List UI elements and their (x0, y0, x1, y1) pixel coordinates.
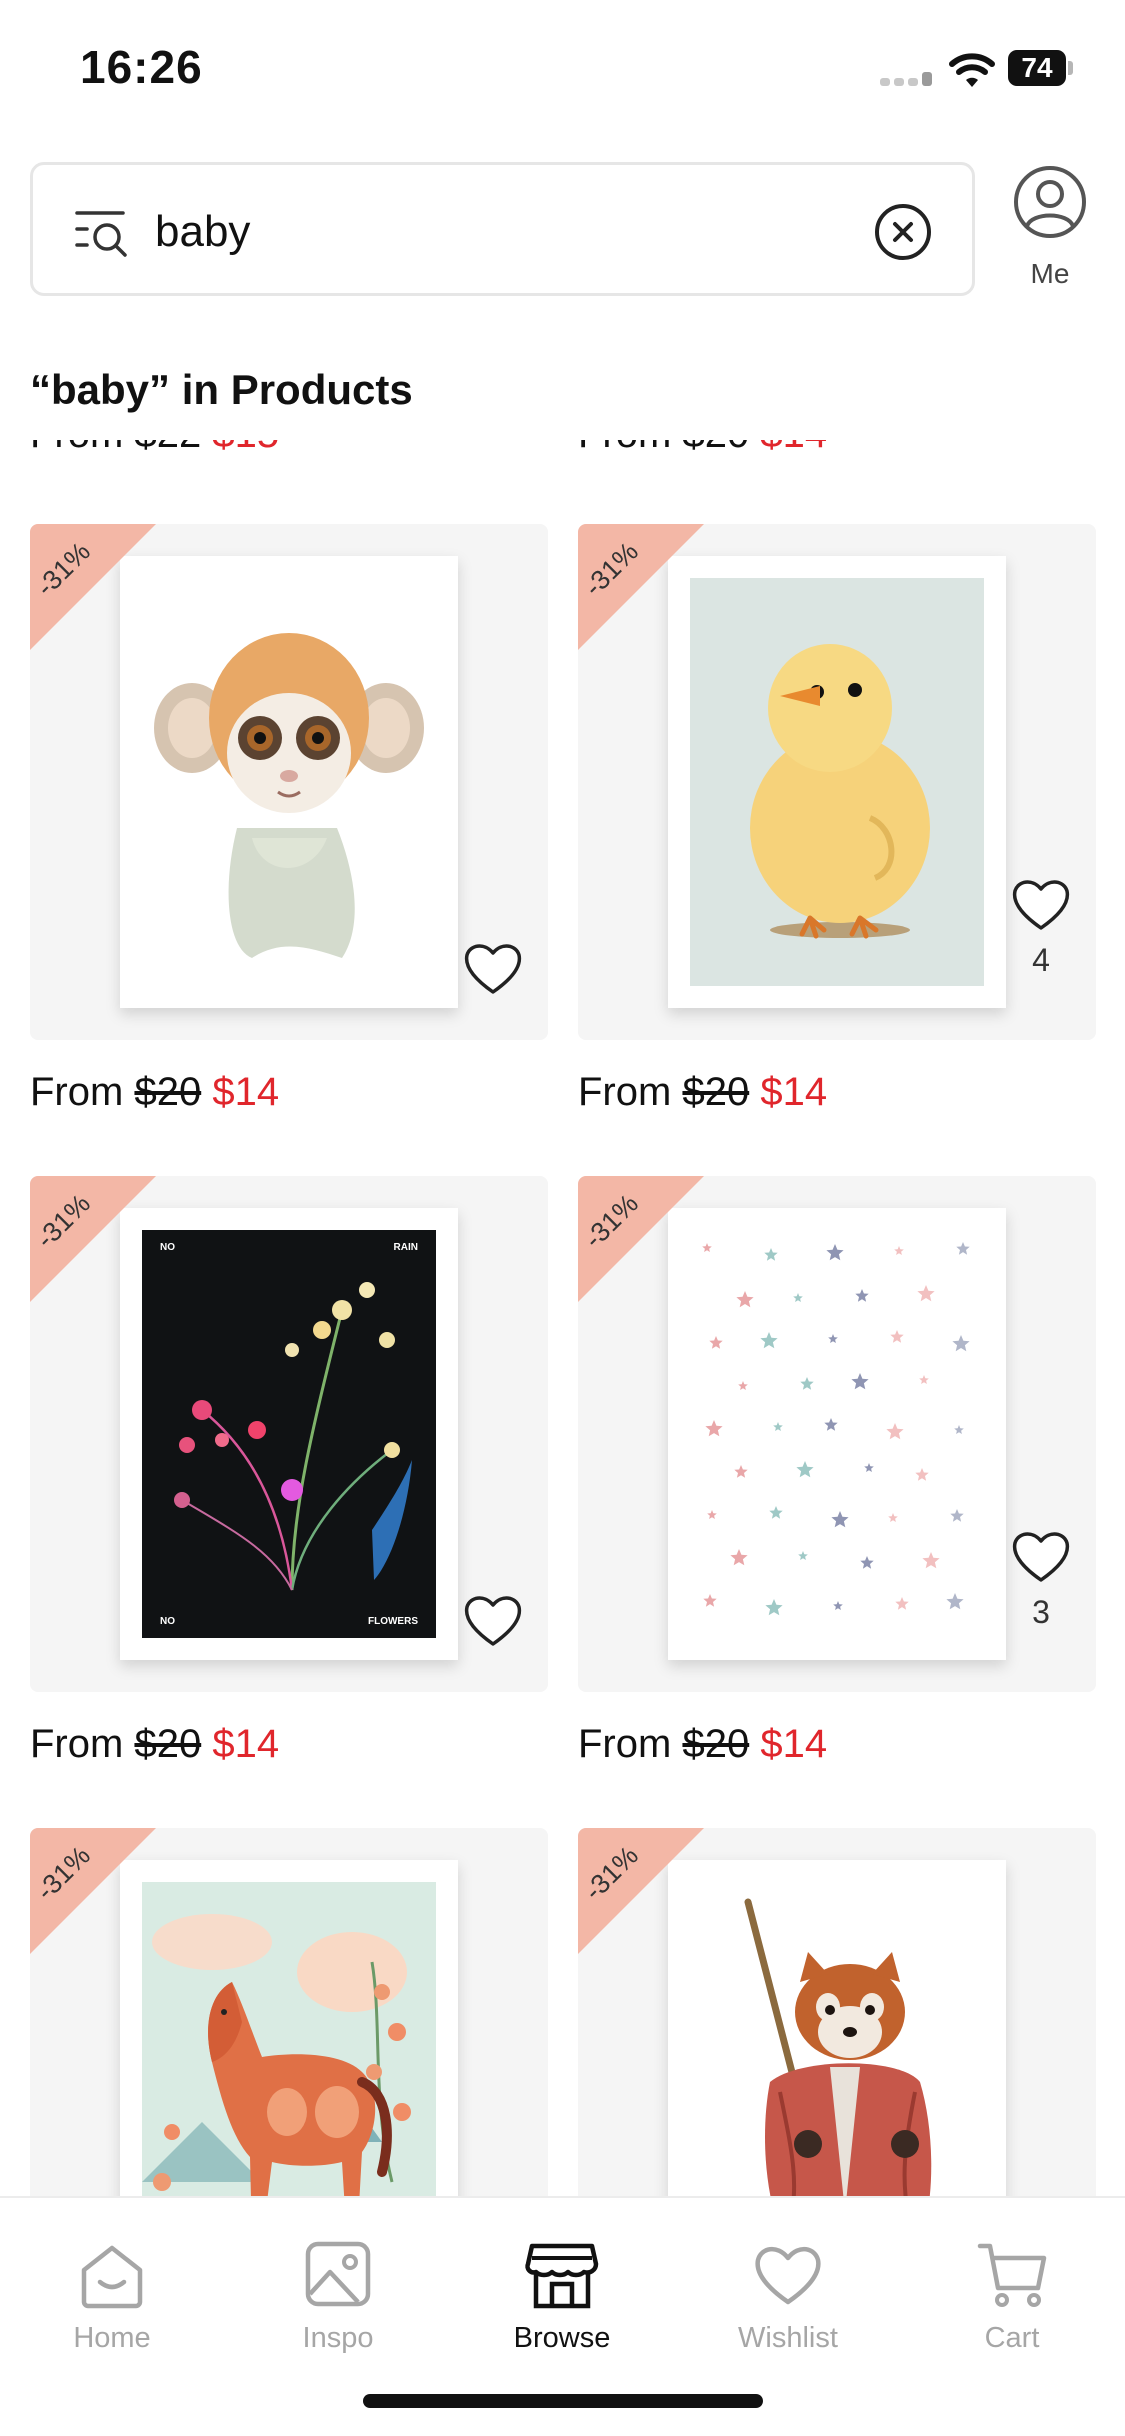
tab-label: Browse (513, 2322, 611, 2354)
poster-text-bl: NO (160, 1616, 175, 1627)
sale-price: $14 (760, 1070, 828, 1114)
home-icon (81, 2245, 143, 2309)
heart-icon (464, 1596, 522, 1646)
wishlist-button[interactable] (460, 936, 526, 1002)
poster-frame: NO RAIN NO FLOWERS (120, 1208, 458, 1660)
signal-icon (880, 68, 936, 86)
horse-artwork (142, 1882, 436, 2196)
poster-frame (668, 1860, 1006, 2196)
poster-text-tl: NO (160, 1242, 175, 1253)
sale-price: $14 (760, 440, 827, 456)
product-image[interactable]: -31% 4 (578, 524, 1096, 1040)
poster-frame (120, 556, 458, 1008)
cart-icon (977, 2243, 1047, 2307)
product-price: From $20 $14 (578, 1070, 827, 1115)
peek-price: From $20 $14 (578, 440, 827, 457)
product-image[interactable]: -31% (578, 1828, 1096, 2196)
status-bar: 16:26 74 (0, 0, 1125, 140)
user-circle-icon (1014, 166, 1086, 238)
profile-label: Me (1030, 258, 1070, 289)
product-image[interactable]: -31% (30, 1828, 548, 2196)
section-title: “baby” in Products (30, 366, 413, 413)
product-grid: From $22 $15 From $20 $14 (0, 440, 1125, 2196)
stars-artwork (690, 1230, 984, 1638)
product-image[interactable]: NO RAIN NO FLOWERS -31% (30, 1176, 548, 1692)
tab-inspo[interactable]: Inspo (248, 2236, 428, 2366)
sale-price: $14 (212, 1722, 280, 1766)
wishlist-count: 3 (1032, 1594, 1050, 1630)
wishlist-button[interactable] (1008, 1524, 1074, 1590)
product-price: From $20 $14 (30, 1070, 279, 1115)
product-price: From $20 $14 (30, 1722, 279, 1767)
heart-icon (1012, 880, 1070, 930)
poster-text-tr: RAIN (394, 1242, 418, 1253)
poster-frame (120, 1860, 458, 2196)
original-price: $20 (682, 440, 749, 456)
price-from: From (578, 1722, 672, 1766)
price-from: From (578, 440, 671, 456)
filter-search-icon[interactable] (73, 207, 133, 259)
profile-button[interactable]: Me (1010, 162, 1090, 296)
original-price: $22 (134, 440, 201, 456)
price-from: From (578, 1070, 672, 1114)
poster-text-br: FLOWERS (368, 1616, 418, 1627)
wishlist-button[interactable] (1008, 872, 1074, 938)
price-from: From (30, 1070, 124, 1114)
wishlist-button[interactable] (460, 1588, 526, 1654)
peek-price: From $22 $15 (30, 440, 279, 457)
image-icon (305, 2241, 371, 2307)
storefront-icon (525, 2243, 599, 2309)
search-input[interactable]: baby (155, 207, 250, 257)
original-price: $20 (682, 1070, 750, 1114)
price-from: From (30, 440, 123, 456)
search-bar[interactable]: baby (30, 162, 975, 296)
floral-artwork: NO RAIN NO FLOWERS (142, 1230, 436, 1638)
heart-icon (1012, 1532, 1070, 1582)
tab-label: Cart (984, 2322, 1040, 2354)
heart-icon (755, 2247, 821, 2305)
sale-price: $14 (760, 1722, 828, 1766)
original-price: $20 (134, 1722, 202, 1766)
red-panda-artwork (690, 1882, 984, 2196)
wishlist-count: 4 (1032, 942, 1050, 978)
poster-frame (668, 556, 1006, 1008)
heart-icon (464, 944, 522, 994)
tab-label: Inspo (302, 2322, 374, 2354)
product-price: From $20 $14 (578, 1722, 827, 1767)
tab-browse[interactable]: Browse (472, 2236, 652, 2366)
sale-price: $14 (212, 1070, 280, 1114)
poster-frame (668, 1208, 1006, 1660)
clear-circle-icon[interactable] (873, 202, 933, 262)
battery-level: 74 (1021, 52, 1053, 83)
product-image[interactable]: -31% (30, 524, 548, 1040)
tab-label: Home (73, 2322, 151, 2354)
wifi-icon (949, 53, 995, 87)
product-image[interactable]: -31% 3 (578, 1176, 1096, 1692)
chick-artwork (690, 578, 984, 986)
monkey-artwork (142, 578, 436, 986)
home-indicator (363, 2394, 763, 2408)
status-time: 16:26 (80, 41, 203, 93)
tab-label: Wishlist (738, 2322, 838, 2354)
tab-wishlist[interactable]: Wishlist (698, 2236, 878, 2366)
tab-home[interactable]: Home (22, 2236, 202, 2366)
original-price: $20 (134, 1070, 202, 1114)
battery-icon: 74 (1008, 50, 1074, 86)
price-from: From (30, 1722, 124, 1766)
tab-cart[interactable]: Cart (922, 2236, 1102, 2366)
original-price: $20 (682, 1722, 750, 1766)
sale-price: $15 (212, 440, 279, 456)
